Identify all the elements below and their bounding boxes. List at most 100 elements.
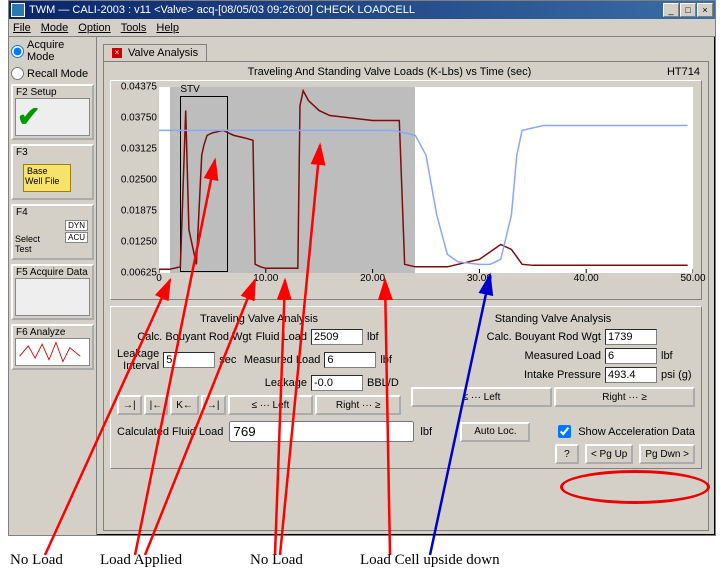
tab-label: Valve Analysis	[128, 47, 198, 59]
minimize-button[interactable]: _	[663, 3, 679, 17]
trav-measured-load-field[interactable]	[324, 352, 376, 368]
close-button[interactable]: ×	[697, 3, 713, 17]
radio-acquire-label: Acquire Mode	[27, 39, 94, 63]
traveling-title: Traveling Valve Analysis	[117, 313, 401, 325]
nav-right2[interactable]: Right ··· ≥	[554, 387, 695, 407]
ytick-0: 0.00625	[121, 268, 159, 279]
plot-area[interactable]: 0.00625 0.01250 0.01875 0.02500 0.03125 …	[110, 80, 702, 300]
calc-fluid-field[interactable]	[229, 421, 414, 442]
f6-label: F6 Analyze	[16, 327, 65, 338]
f4-select-test-button[interactable]: F4 Select Test DYN ACU	[11, 204, 94, 260]
radio-recall-label: Recall Mode	[27, 68, 88, 80]
menu-tools[interactable]: Tools	[121, 22, 147, 34]
trav-calc-label: Calc. Bouyant Rod Wgt	[117, 331, 252, 343]
f4-label: F4	[16, 207, 28, 218]
stand-intake-field[interactable]	[605, 367, 657, 383]
nav-left[interactable]: ≤ ··· Left	[228, 395, 314, 415]
f4-acu-label: ACU	[65, 232, 88, 243]
chart-panel: Traveling And Standing Valve Loads (K-Lb…	[103, 61, 709, 531]
anno-upside-down: Load Cell upside down	[360, 552, 500, 569]
xtick-5: 50.00	[680, 273, 705, 284]
app-icon	[11, 3, 25, 17]
trav-measload-label: Measured Load	[244, 354, 320, 366]
f6-analyze-button[interactable]: F6 Analyze	[11, 324, 94, 370]
trav-measload-unit: lbf	[380, 354, 401, 366]
stand-calc-label: Calc. Bouyant Rod Wgt	[411, 331, 601, 343]
pgup-button[interactable]: < Pg Up	[585, 444, 633, 464]
menu-mode[interactable]: Mode	[41, 22, 69, 34]
f5-acquire-data-button[interactable]: F5 Acquire Data	[11, 264, 94, 320]
ytick-1: 0.01250	[121, 236, 159, 247]
ytick-6: 0.04375	[121, 82, 159, 93]
f3-label: F3	[16, 147, 28, 158]
traveling-column: Traveling Valve Analysis Calc. Bouyant R…	[117, 313, 401, 415]
f5-graphic	[15, 278, 90, 316]
trav-fluid-unit: lbf	[367, 331, 401, 343]
menu-option[interactable]: Option	[78, 22, 110, 34]
xtick-4: 40.00	[574, 273, 599, 284]
show-accel-row[interactable]: Show Acceleration Data	[554, 422, 695, 441]
nav-first[interactable]: →|	[117, 395, 142, 415]
menu-bar: File Mode Option Tools Help	[9, 19, 715, 37]
f5-label: F5 Acquire Data	[16, 267, 88, 278]
ytick-5: 0.03750	[121, 113, 159, 124]
chart-well-id: HT714	[667, 66, 700, 78]
f2-label: F2 Setup	[16, 87, 57, 98]
menu-file[interactable]: File	[13, 22, 31, 34]
sidebar: Acquire Mode Recall Mode F2 Setup ✔ F3 B…	[9, 37, 97, 535]
help-button[interactable]: ?	[555, 444, 579, 464]
nav-next1[interactable]: →|	[201, 395, 226, 415]
f6-graphic	[15, 338, 90, 366]
stand-measload-field[interactable]	[605, 348, 657, 364]
anno-no-load-2: No Load	[250, 552, 303, 569]
radio-acquire[interactable]	[11, 45, 24, 58]
nav-prev2[interactable]: |←	[144, 395, 169, 415]
ytick-3: 0.02500	[121, 175, 159, 186]
stand-intake-unit: psi (g)	[661, 369, 695, 381]
chart-title: Traveling And Standing Valve Loads (K-Lb…	[112, 66, 667, 78]
show-accel-checkbox[interactable]	[558, 425, 571, 438]
trav-leakint-label: Leakage Interval	[117, 348, 159, 372]
main-panel: × Valve Analysis Traveling And Standing …	[97, 37, 715, 535]
mode-recall[interactable]: Recall Mode	[11, 67, 94, 80]
show-accel-label: Show Acceleration Data	[578, 426, 695, 438]
mode-acquire[interactable]: Acquire Mode	[11, 39, 94, 63]
f4-sub: Select Test	[15, 234, 45, 254]
trav-leakage-unit: BBL/D	[367, 377, 401, 389]
standing-column: Standing Valve Analysis Calc. Bouyant Ro…	[411, 313, 695, 415]
stand-measload-label: Measured Load	[411, 350, 601, 362]
calc-fluid-unit: lbf	[420, 426, 454, 438]
content-area: Acquire Mode Recall Mode F2 Setup ✔ F3 B…	[9, 37, 715, 535]
f3-sub2: Well File	[25, 176, 59, 186]
app-window: TWM — CALI-2003 : v11 <Valve> acq-[08/05…	[8, 0, 716, 536]
nav-right[interactable]: Right ··· ≥	[315, 395, 401, 415]
nav-prev1[interactable]: K←	[170, 395, 199, 415]
ytick-2: 0.01875	[121, 206, 159, 217]
nav-left2[interactable]: ≤ ··· Left	[411, 387, 552, 407]
traveling-nav: →| |← K← →| ≤ ··· Left Right ··· ≥	[117, 395, 401, 415]
f3-wellfile-button[interactable]: F3 Base Well File	[11, 144, 94, 200]
menu-help[interactable]: Help	[156, 22, 179, 34]
stand-measload-unit: lbf	[661, 350, 695, 362]
ytick-4: 0.03125	[121, 143, 159, 154]
trav-leakint-unit: sec	[219, 354, 240, 366]
radio-recall[interactable]	[11, 67, 24, 80]
trav-fluid-load-field[interactable]	[311, 329, 363, 345]
tab-close-icon[interactable]: ×	[112, 48, 122, 58]
checkmark-icon: ✔	[17, 100, 40, 133]
xtick-1: 10.00	[253, 273, 278, 284]
plot-svg	[159, 87, 693, 273]
auto-loc-button[interactable]: Auto Loc.	[460, 422, 530, 442]
xtick-2: 20.00	[360, 273, 385, 284]
pgdn-button[interactable]: Pg Dwn >	[639, 444, 695, 464]
tab-valve-analysis[interactable]: × Valve Analysis	[103, 44, 207, 61]
stand-calc-field[interactable]	[605, 329, 657, 345]
f2-setup-button[interactable]: F2 Setup ✔	[11, 84, 94, 140]
maximize-button[interactable]: □	[680, 3, 696, 17]
window-title: TWM — CALI-2003 : v11 <Valve> acq-[08/05…	[29, 4, 663, 16]
trav-leakage-field[interactable]	[311, 375, 363, 391]
standing-nav: ≤ ··· Left Right ··· ≥	[411, 387, 695, 407]
plot-inner: 0.00625 0.01250 0.01875 0.02500 0.03125 …	[159, 87, 693, 273]
trav-leakage-interval-field[interactable]	[163, 352, 215, 368]
stand-intake-label: Intake Pressure	[411, 369, 601, 381]
